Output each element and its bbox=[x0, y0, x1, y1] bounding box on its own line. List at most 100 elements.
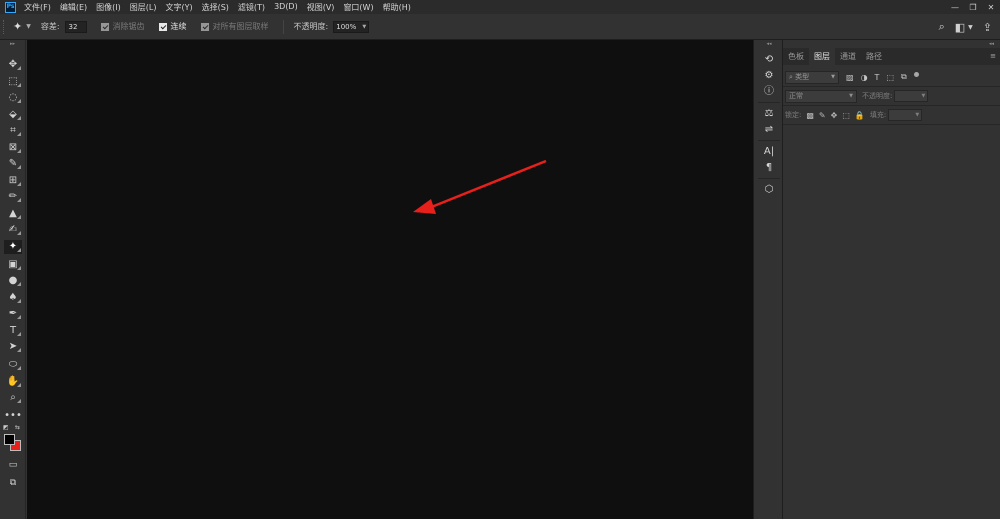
frame-icon[interactable]: ⊠ bbox=[4, 141, 22, 155]
options-bar-grip[interactable] bbox=[3, 19, 7, 34]
quick-selection-icon[interactable]: ⬙ bbox=[4, 108, 22, 122]
chevron-down-icon[interactable]: ▼ bbox=[968, 24, 973, 31]
options-right: ⌕ ◧ ▼ ⇪ bbox=[929, 14, 992, 40]
dock-group: ⬡ bbox=[758, 182, 780, 198]
properties-icon[interactable]: ⚙ bbox=[758, 68, 780, 84]
menu-item[interactable]: 图层(L) bbox=[130, 2, 157, 13]
ellipse-icon[interactable]: ⬭ bbox=[4, 358, 22, 372]
crop-icon[interactable]: ⌗ bbox=[4, 124, 22, 138]
type-icon[interactable]: T bbox=[4, 324, 22, 338]
sample-all-layers-label: 对所有图层取样 bbox=[212, 22, 269, 31]
lock-pixels-icon[interactable]: ✎ bbox=[819, 111, 826, 120]
adjust-icon[interactable]: ⇌ bbox=[758, 122, 780, 138]
dodge-icon[interactable]: ♠ bbox=[4, 291, 22, 305]
fill-field[interactable]: ▼ bbox=[888, 109, 923, 121]
menu-item[interactable]: 图像(I) bbox=[96, 2, 121, 13]
history-icon[interactable]: ⟲ bbox=[758, 52, 780, 68]
brush-icon[interactable]: ✏ bbox=[4, 190, 22, 204]
filter-toggle-icon[interactable] bbox=[913, 71, 919, 77]
adjustment-filter-icon[interactable]: ◑ bbox=[861, 73, 868, 82]
brush-settings-icon[interactable]: ⚖ bbox=[758, 106, 780, 122]
healing-brush-icon[interactable]: ⊞ bbox=[4, 174, 22, 188]
default-colors-icon[interactable]: ◩ bbox=[3, 424, 9, 431]
gradient-icon[interactable]: ▣ bbox=[4, 258, 22, 272]
menu-item[interactable]: 3D(D) bbox=[274, 2, 298, 13]
lasso-icon[interactable]: ◌ bbox=[4, 91, 22, 105]
dock-divider bbox=[758, 178, 780, 179]
layers-panel: ◂◂ 色板 图层 通道 路径 ≡ ⌕ 类型 ▼ ▨ ◑ T ⬚ ⧉ 正常 ▼ 不透明度: ▼ … bbox=[783, 40, 1000, 519]
layers-list[interactable] bbox=[783, 126, 1000, 519]
screen-mode-icon[interactable]: ⧉ bbox=[4, 476, 22, 490]
kind-filter-select[interactable]: ⌕ 类型 ▼ bbox=[785, 70, 839, 84]
lock-position-icon[interactable]: ✥ bbox=[831, 111, 838, 120]
smart-object-filter-icon[interactable]: ⧉ bbox=[901, 72, 907, 82]
menu-item[interactable]: 文件(F) bbox=[24, 2, 51, 13]
move-icon[interactable]: ✥ bbox=[4, 58, 22, 72]
dock-collapse-icon[interactable]: ◂◂ bbox=[754, 40, 784, 48]
restore-button[interactable]: ❐ bbox=[964, 3, 982, 12]
photoshop-logo[interactable]: Ps bbox=[5, 1, 16, 13]
contiguous-checkbox[interactable]: 连续 bbox=[158, 21, 187, 32]
magic-wand-icon: ✦ bbox=[13, 20, 23, 33]
workspace-icon[interactable]: ◧ bbox=[955, 21, 965, 34]
chevron-down-icon: ▼ bbox=[26, 23, 31, 30]
menu-item[interactable]: 视图(V) bbox=[307, 2, 335, 13]
panel-tabs: 色板 图层 通道 路径 bbox=[783, 48, 1000, 65]
anti-alias-checkbox[interactable]: 消除锯齿 bbox=[100, 21, 145, 32]
blur-icon[interactable]: ● bbox=[4, 274, 22, 288]
eyedropper-icon[interactable]: ✎ bbox=[4, 157, 22, 171]
paragraph-icon[interactable]: ¶ bbox=[758, 160, 780, 176]
pixel-filter-icon[interactable]: ▨ bbox=[846, 73, 854, 82]
lock-all-icon[interactable]: 🔒 bbox=[855, 111, 865, 120]
opacity-select[interactable]: 100% ▼ bbox=[333, 20, 370, 33]
layer-opacity-field[interactable]: ▼ bbox=[894, 90, 929, 102]
pen-icon[interactable]: ✒ bbox=[4, 307, 22, 321]
dock-group: ⚖ ⇌ bbox=[758, 106, 780, 138]
3d-icon[interactable]: ⬡ bbox=[758, 182, 780, 198]
quick-mask-icon[interactable]: ▭ bbox=[4, 458, 22, 472]
arrow-line bbox=[428, 159, 547, 210]
hand-icon[interactable]: ✋ bbox=[4, 375, 22, 389]
panel-collapse-icon[interactable]: ◂◂ bbox=[783, 40, 1000, 48]
magic-wand-icon[interactable]: ✦ bbox=[4, 239, 22, 254]
marquee-icon[interactable]: ⬚ bbox=[4, 75, 22, 89]
type-filter-icon[interactable]: T bbox=[875, 73, 880, 82]
toolbar-collapse-icon[interactable]: ▸▸ bbox=[0, 40, 25, 48]
shape-filter-icon[interactable]: ⬚ bbox=[886, 73, 894, 82]
search-icon: ⌕ bbox=[789, 73, 793, 81]
swap-colors-icon[interactable]: ⇆ bbox=[15, 424, 20, 431]
minimize-button[interactable]: — bbox=[946, 3, 964, 12]
search-icon[interactable]: ⌕ bbox=[939, 20, 945, 34]
more-tools-icon[interactable]: ••• bbox=[4, 409, 22, 423]
menu-item[interactable]: 滤镜(T) bbox=[238, 2, 265, 13]
share-icon[interactable]: ⇪ bbox=[983, 21, 992, 34]
dock-group: ⟲ ⚙ ⓘ bbox=[758, 52, 780, 100]
tab-paths[interactable]: 路径 bbox=[861, 48, 887, 65]
info-icon[interactable]: ⓘ bbox=[758, 84, 780, 100]
lock-transparent-icon[interactable]: ▩ bbox=[806, 111, 814, 120]
path-selection-icon[interactable]: ➤ bbox=[4, 340, 22, 354]
tab-channels[interactable]: 通道 bbox=[835, 48, 861, 65]
zoom-icon[interactable]: ⌕ bbox=[4, 391, 22, 405]
menu-item[interactable]: 选择(S) bbox=[202, 2, 229, 13]
tolerance-input[interactable]: 32 bbox=[64, 20, 87, 33]
menu-item[interactable]: 文字(Y) bbox=[165, 2, 192, 13]
lock-artboard-icon[interactable]: ⬚ bbox=[842, 111, 850, 120]
panel-menu-icon[interactable]: ≡ bbox=[990, 52, 996, 60]
menu-item[interactable]: 编辑(E) bbox=[60, 2, 87, 13]
history-brush-icon[interactable]: ✍ bbox=[4, 223, 22, 237]
menu-item[interactable]: 帮助(H) bbox=[383, 2, 411, 13]
sample-all-layers-checkbox[interactable]: 对所有图层取样 bbox=[200, 21, 269, 32]
document-canvas[interactable] bbox=[27, 40, 753, 519]
character-icon[interactable]: A| bbox=[758, 144, 780, 160]
close-button[interactable]: ✕ bbox=[982, 3, 1000, 12]
options-bar: ✦ ▼ 容差: 32 消除锯齿 连续 对所有图层取样 不透明度: 100% ▼ ⌕ … bbox=[0, 14, 1000, 40]
foreground-color-swatch[interactable] bbox=[4, 434, 15, 445]
menu-item[interactable]: 窗口(W) bbox=[343, 2, 373, 13]
tab-swatches[interactable]: 色板 bbox=[783, 48, 809, 65]
blend-mode-select[interactable]: 正常 ▼ bbox=[785, 89, 857, 103]
tool-preset-picker[interactable]: ✦ ▼ bbox=[13, 20, 31, 33]
clone-stamp-icon[interactable]: ▲ bbox=[4, 207, 22, 221]
blend-mode-value: 正常 bbox=[789, 92, 803, 100]
tab-layers[interactable]: 图层 bbox=[809, 48, 835, 65]
